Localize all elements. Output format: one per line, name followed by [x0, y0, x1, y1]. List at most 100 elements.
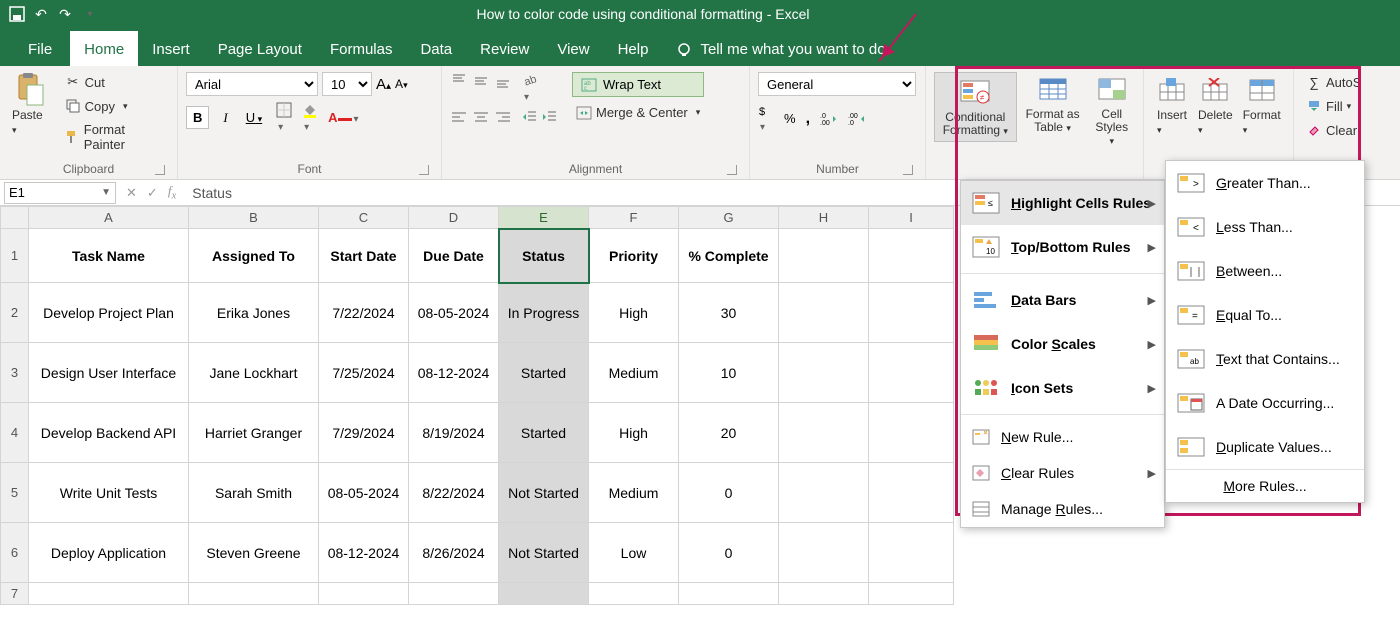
column-header-D[interactable]: D — [409, 207, 499, 229]
row-header-5[interactable]: 5 — [1, 463, 29, 523]
number-format-dropdown[interactable]: General — [758, 72, 916, 96]
column-header-G[interactable]: G — [679, 207, 779, 229]
tab-page-layout[interactable]: Page Layout — [204, 31, 316, 66]
tell-me[interactable]: Tell me what you want to do — [662, 33, 899, 66]
cell-B2[interactable]: Erika Jones — [189, 283, 319, 343]
align-bottom-icon[interactable] — [494, 72, 512, 103]
cell-B1[interactable]: Assigned To — [189, 229, 319, 283]
autosum-button[interactable]: ∑AutoS — [1302, 72, 1365, 92]
cell-B6[interactable]: Steven Greene — [189, 523, 319, 583]
cell-A1[interactable]: Task Name — [29, 229, 189, 283]
align-left-icon[interactable] — [450, 109, 468, 127]
cell-E3[interactable]: Started — [499, 343, 589, 403]
fill-button[interactable]: Fill ▾ — [1302, 96, 1355, 116]
cell-C5[interactable]: 08-05-2024 — [319, 463, 409, 523]
fill-color-button[interactable] — [302, 102, 318, 133]
dialog-launcher-icon[interactable] — [419, 165, 429, 175]
dialog-launcher-icon[interactable] — [903, 165, 913, 175]
submenu-greater-than[interactable]: > Greater Than... — [1166, 161, 1364, 205]
menu-data-bars[interactable]: Data Bars ▶ — [961, 278, 1164, 322]
format-painter-button[interactable]: Format Painter — [61, 120, 169, 154]
cell-C7[interactable] — [319, 583, 409, 605]
font-size-dropdown[interactable]: 10 — [322, 72, 372, 96]
cell-G7[interactable] — [679, 583, 779, 605]
column-header-B[interactable]: B — [189, 207, 319, 229]
column-header-C[interactable]: C — [319, 207, 409, 229]
decrease-decimal-icon[interactable]: .00.0 — [848, 112, 866, 126]
cell-H2[interactable] — [779, 283, 869, 343]
cell-G3[interactable]: 10 — [679, 343, 779, 403]
cell-D2[interactable]: 08-05-2024 — [409, 283, 499, 343]
name-box[interactable]: E1▼ — [4, 182, 116, 204]
cell-D3[interactable]: 08-12-2024 — [409, 343, 499, 403]
cell-E1[interactable]: Status — [499, 229, 589, 283]
cell-H7[interactable] — [779, 583, 869, 605]
cell-H6[interactable] — [779, 523, 869, 583]
menu-highlight-cells-rules[interactable]: ≤ Highlight Cells Rules ▶ — [961, 181, 1164, 225]
cell-E4[interactable]: Started — [499, 403, 589, 463]
cell-G6[interactable]: 0 — [679, 523, 779, 583]
cell-C2[interactable]: 7/22/2024 — [319, 283, 409, 343]
accounting-format-icon[interactable]: $ — [758, 104, 774, 133]
increase-indent-icon[interactable] — [542, 109, 558, 127]
menu-new-rule[interactable]: New Rule... — [961, 419, 1164, 455]
conditional-formatting-button[interactable]: ≠ Conditional Formatting ▾ — [934, 72, 1017, 142]
menu-color-scales[interactable]: Color Scales ▶ — [961, 322, 1164, 366]
cell-D4[interactable]: 8/19/2024 — [409, 403, 499, 463]
increase-decimal-icon[interactable]: .0.00 — [820, 112, 838, 126]
cell-B5[interactable]: Sarah Smith — [189, 463, 319, 523]
cell-D1[interactable]: Due Date — [409, 229, 499, 283]
submenu-equal-to[interactable]: = Equal To... — [1166, 293, 1364, 337]
menu-icon-sets[interactable]: Icon Sets ▶ — [961, 366, 1164, 410]
save-icon[interactable] — [8, 5, 26, 23]
percent-format-icon[interactable]: % — [784, 111, 796, 126]
bold-button[interactable]: B — [186, 106, 209, 129]
cell-F3[interactable]: Medium — [589, 343, 679, 403]
align-middle-icon[interactable] — [472, 72, 490, 103]
cell-I7[interactable] — [869, 583, 954, 605]
row-header-6[interactable]: 6 — [1, 523, 29, 583]
tab-help[interactable]: Help — [604, 31, 663, 66]
font-name-dropdown[interactable]: Arial — [186, 72, 318, 96]
undo-icon[interactable]: ↶ — [32, 5, 50, 23]
cut-button[interactable]: ✂Cut — [61, 72, 169, 92]
submenu-between[interactable]: Between... — [1166, 249, 1364, 293]
tab-file[interactable]: File — [10, 31, 70, 66]
align-top-icon[interactable] — [450, 72, 468, 103]
cell-F7[interactable] — [589, 583, 679, 605]
tab-formulas[interactable]: Formulas — [316, 31, 407, 66]
dialog-launcher-icon[interactable] — [727, 165, 737, 175]
increase-font-icon[interactable]: A▴ — [376, 76, 391, 93]
cell-F5[interactable]: Medium — [589, 463, 679, 523]
paste-button[interactable]: Paste ▾ — [8, 72, 53, 138]
row-header-7[interactable]: 7 — [1, 583, 29, 605]
cell-I5[interactable] — [869, 463, 954, 523]
cell-H3[interactable] — [779, 343, 869, 403]
cell-E6[interactable]: Not Started — [499, 523, 589, 583]
cell-F1[interactable]: Priority — [589, 229, 679, 283]
tab-insert[interactable]: Insert — [138, 31, 204, 66]
cell-A7[interactable] — [29, 583, 189, 605]
cell-G4[interactable]: 20 — [679, 403, 779, 463]
enter-formula-icon[interactable]: ✓ — [147, 185, 158, 201]
row-header-4[interactable]: 4 — [1, 403, 29, 463]
merge-center-button[interactable]: Merge & Center▾ — [572, 103, 704, 122]
cell-A4[interactable]: Develop Backend API — [29, 403, 189, 463]
column-header-H[interactable]: H — [779, 207, 869, 229]
cell-I2[interactable] — [869, 283, 954, 343]
cell-I3[interactable] — [869, 343, 954, 403]
cell-C6[interactable]: 08-12-2024 — [319, 523, 409, 583]
font-color-button[interactable]: A — [328, 110, 358, 125]
menu-top-bottom-rules[interactable]: 10 Top/Bottom Rules ▶ — [961, 225, 1164, 269]
cell-G5[interactable]: 0 — [679, 463, 779, 523]
cell-E2[interactable]: In Progress — [499, 283, 589, 343]
cell-I6[interactable] — [869, 523, 954, 583]
insert-cells-button[interactable]: Insert▾ — [1152, 72, 1192, 138]
italic-button[interactable]: I — [219, 107, 231, 129]
submenu-text-contains[interactable]: ab Text that Contains... — [1166, 337, 1364, 381]
tab-review[interactable]: Review — [466, 31, 543, 66]
clear-button[interactable]: Clear — [1302, 120, 1361, 140]
cell-A3[interactable]: Design User Interface — [29, 343, 189, 403]
cell-B7[interactable] — [189, 583, 319, 605]
cell-H4[interactable] — [779, 403, 869, 463]
